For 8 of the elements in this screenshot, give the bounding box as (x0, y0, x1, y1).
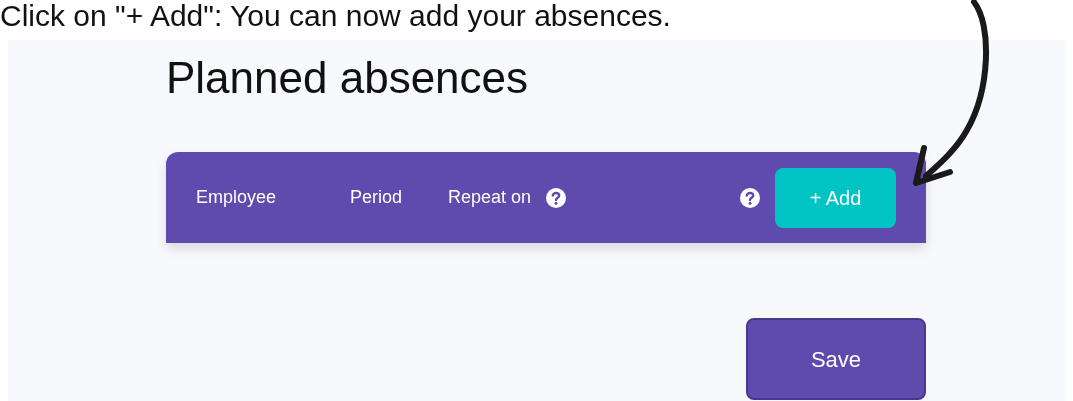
page-heading: Planned absences (166, 52, 529, 104)
help-icon[interactable] (545, 186, 568, 209)
column-header: Repeat on (448, 186, 532, 209)
caption: Click on "+ Add": You can now add your absences. (0, 0, 671, 34)
help-icon[interactable] (739, 186, 761, 209)
save-button[interactable]: Save (746, 318, 926, 400)
column-header: Period (350, 186, 404, 209)
column-header: Employee (196, 186, 278, 209)
